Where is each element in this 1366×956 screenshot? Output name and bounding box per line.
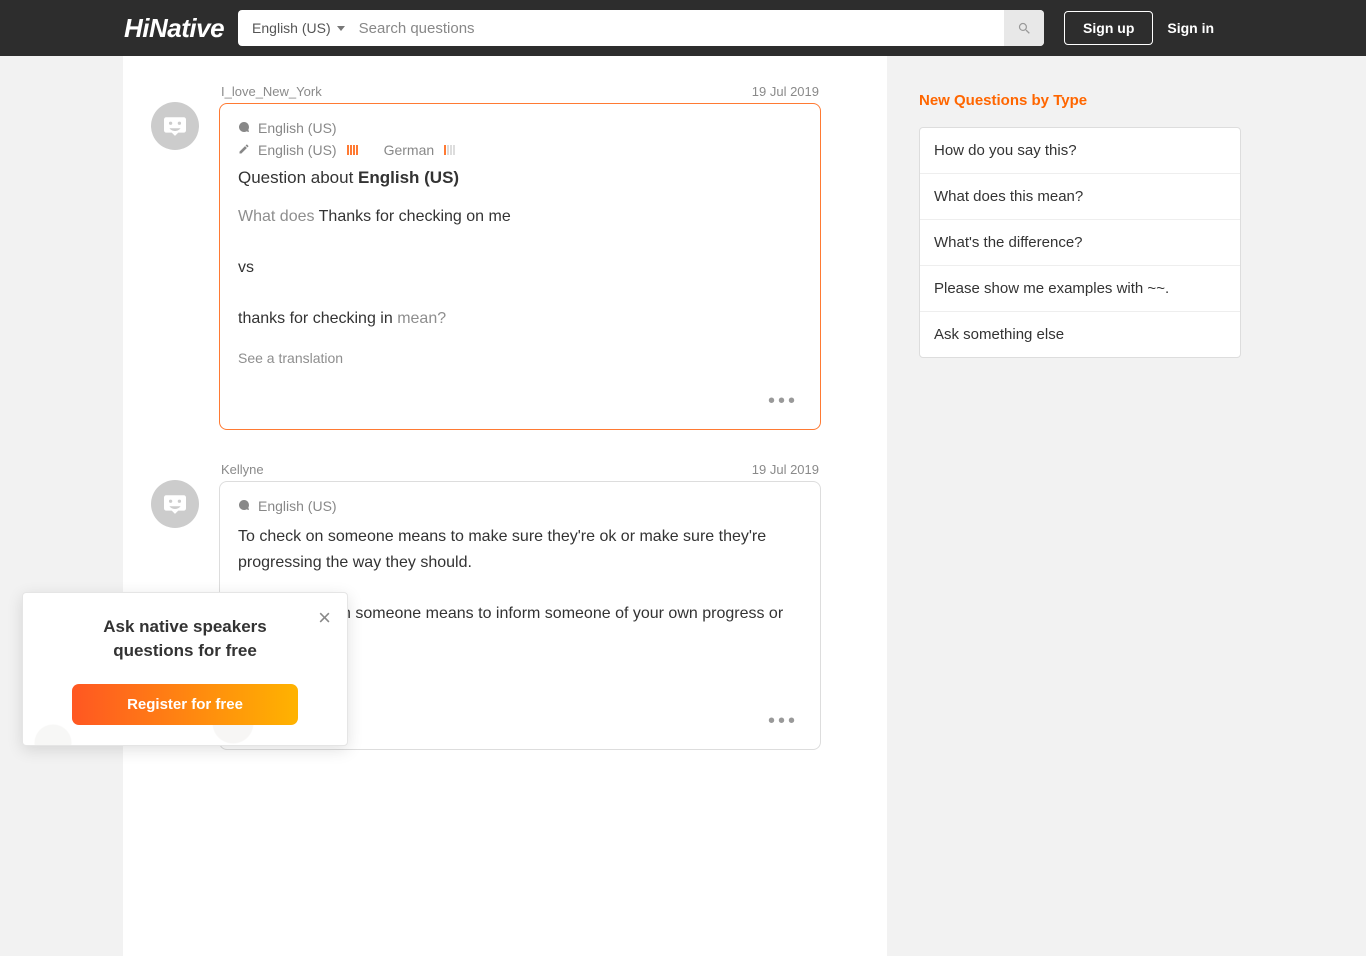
question-meta: I_love_New_York 19 Jul 2019 — [219, 84, 821, 99]
sidebar-item-other[interactable]: Ask something else — [920, 312, 1240, 357]
learning-languages-line: English (US) German — [238, 142, 802, 158]
answer-meta: Kellyne 19 Jul 2019 — [219, 462, 821, 477]
sidebar: New Questions by Type How do you say thi… — [919, 56, 1241, 358]
register-prompt: × Ask native speakers questions for free… — [22, 592, 348, 746]
question-username[interactable]: I_love_New_York — [221, 84, 322, 99]
question-body: I_love_New_York 19 Jul 2019 English (US)… — [219, 84, 821, 430]
learning-language-2: German — [384, 142, 435, 158]
chevron-down-icon — [337, 26, 345, 31]
question-card: English (US) English (US) German Questio… — [219, 103, 821, 430]
question-title: Question about English (US) — [238, 168, 802, 188]
native-language-line: English (US) — [238, 120, 802, 136]
search-input[interactable] — [355, 10, 1004, 46]
question-post: I_love_New_York 19 Jul 2019 English (US)… — [123, 84, 887, 462]
main-column: I_love_New_York 19 Jul 2019 English (US)… — [123, 56, 887, 956]
native-language-line: English (US) — [238, 498, 802, 514]
sidebar-item-what-mean[interactable]: What does this mean? — [920, 174, 1240, 220]
avatar-face-icon — [161, 493, 189, 515]
answer-date: 19 Jul 2019 — [752, 462, 819, 477]
sidebar-list: How do you say this? What does this mean… — [919, 127, 1241, 358]
avatar[interactable] — [151, 480, 199, 528]
native-language-label: English (US) — [258, 120, 337, 136]
avatar[interactable] — [151, 102, 199, 150]
search-bar: English (US) — [238, 10, 1044, 46]
pencil-icon — [238, 142, 250, 158]
sidebar-item-how-say[interactable]: How do you say this? — [920, 128, 1240, 174]
register-button[interactable]: Register for free — [72, 684, 298, 725]
prompt-text: Ask native speakers questions for free — [45, 611, 325, 678]
signup-button[interactable]: Sign up — [1064, 11, 1153, 45]
speech-icon — [238, 120, 250, 136]
proficiency-bars-2 — [444, 145, 455, 155]
avatar-face-icon — [161, 115, 189, 137]
answer-username[interactable]: Kellyne — [221, 462, 264, 477]
sidebar-item-difference[interactable]: What's the difference? — [920, 220, 1240, 266]
search-button[interactable] — [1004, 10, 1044, 46]
speech-icon — [238, 498, 250, 514]
see-translation-link[interactable]: See a translation — [238, 350, 802, 366]
site-header: HiNative English (US) Sign up Sign in — [0, 0, 1366, 56]
search-language-selector[interactable]: English (US) — [238, 20, 355, 36]
signin-link[interactable]: Sign in — [1167, 20, 1214, 36]
learning-language-1: English (US) — [258, 142, 337, 158]
search-icon — [1017, 21, 1032, 36]
search-language-label: English (US) — [252, 20, 331, 36]
logo[interactable]: HiNative — [124, 13, 224, 44]
proficiency-bars-1 — [347, 145, 358, 155]
sidebar-item-examples[interactable]: Please show me examples with ~~. — [920, 266, 1240, 312]
more-options-button[interactable]: ••• — [238, 390, 802, 413]
question-date: 19 Jul 2019 — [752, 84, 819, 99]
answer-native-language: English (US) — [258, 498, 337, 514]
sidebar-heading: New Questions by Type — [919, 92, 1241, 109]
page-content: I_love_New_York 19 Jul 2019 English (US)… — [123, 56, 1243, 956]
header-actions: Sign up Sign in — [1064, 11, 1214, 45]
question-text: What does Thanks for checking on me vs t… — [238, 204, 802, 332]
